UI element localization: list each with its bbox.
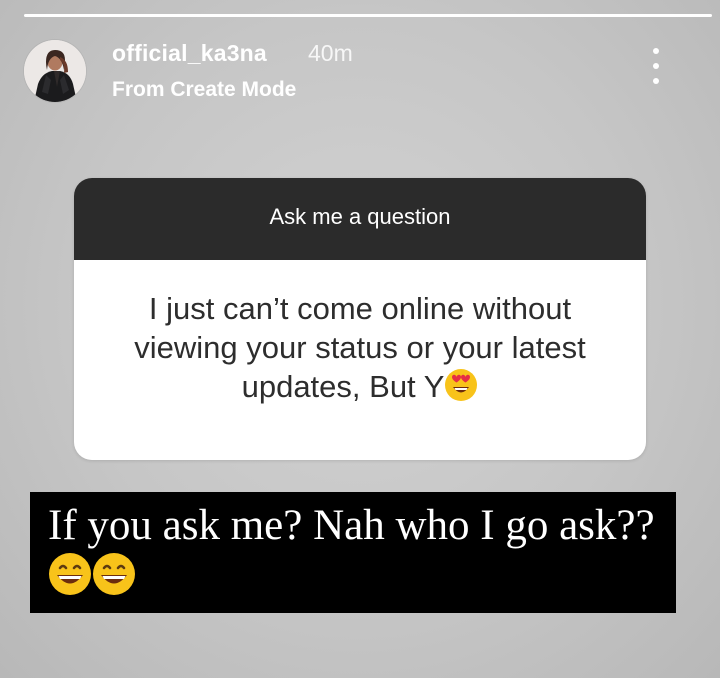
- reply-text-box: If you ask me? Nah who I go ask??: [30, 492, 676, 613]
- reply-text: If you ask me? Nah who I go ask??: [48, 502, 655, 549]
- avatar[interactable]: [24, 40, 86, 102]
- more-options-button[interactable]: [646, 48, 666, 84]
- question-sticker-body: I just can’t come online without viewing…: [74, 260, 646, 460]
- question-text: I just can’t come online without viewing…: [134, 291, 586, 405]
- more-options-icon: [653, 48, 659, 54]
- more-options-dot: [653, 63, 659, 69]
- username[interactable]: official_ka3na: [112, 40, 267, 67]
- more-options-dot: [653, 78, 659, 84]
- reply-text-line: If you ask me? Nah who I go ask??: [48, 500, 656, 608]
- question-sticker-title: Ask me a question: [74, 178, 646, 260]
- question-text-wrapper: I just can’t come online without viewing…: [104, 289, 616, 410]
- post-time: 40m: [308, 40, 353, 66]
- grinning-face-emoji: [92, 552, 136, 608]
- question-sticker: Ask me a question I just can’t come onli…: [74, 178, 646, 460]
- story-header: official_ka3na 40m From Create Mode: [24, 38, 696, 104]
- heart-eyes-emoji: [444, 368, 478, 411]
- story-source-label: From Create Mode: [112, 78, 297, 101]
- progress-segment: [24, 14, 712, 17]
- grinning-face-emoji: [48, 552, 92, 608]
- story-progress-bar: [24, 14, 712, 17]
- profile-photo-icon: [24, 40, 86, 102]
